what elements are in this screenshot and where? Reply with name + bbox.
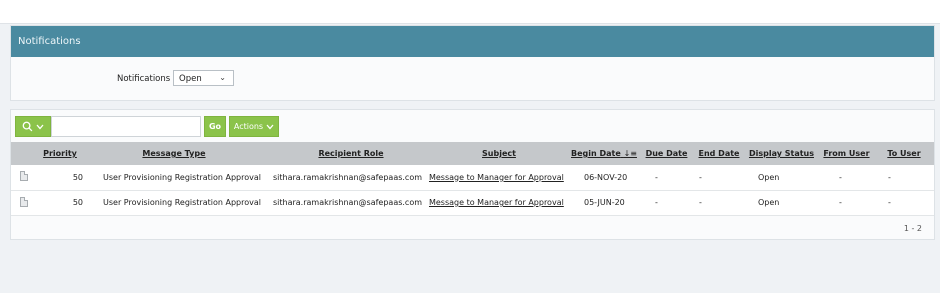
due-date-cell: - bbox=[638, 190, 694, 216]
header-due-date[interactable]: Due Date bbox=[638, 142, 694, 165]
header-message-type[interactable]: Message Type bbox=[87, 142, 261, 165]
header-recipient-role[interactable]: Recipient Role bbox=[260, 142, 429, 165]
search-icon bbox=[22, 121, 33, 132]
display-status-cell: Open bbox=[743, 165, 819, 191]
header-begin-date-label: Begin Date bbox=[571, 149, 621, 158]
display-status-cell: Open bbox=[743, 190, 819, 216]
recipient-role-cell: sithara.ramakrishnan@safepaas.com bbox=[260, 165, 429, 191]
notifications-table: Priority Message Type Recipient Role Sub… bbox=[11, 142, 934, 216]
chevron-down-icon: ⌄ bbox=[219, 73, 226, 82]
select-value: Open bbox=[179, 74, 202, 84]
due-date-cell: - bbox=[638, 165, 694, 191]
filter-label: Notifications bbox=[117, 74, 171, 84]
message-type-cell: User Provisioning Registration Approval bbox=[87, 165, 261, 191]
header-doc bbox=[11, 142, 37, 165]
message-type-cell: User Provisioning Registration Approval bbox=[87, 190, 261, 216]
document-icon[interactable] bbox=[20, 171, 28, 182]
begin-date-cell: 05-JUN-20 bbox=[568, 190, 639, 216]
row-doc-cell bbox=[11, 190, 37, 216]
report-region: Go Actions Priority Message Type Recipie… bbox=[10, 109, 935, 240]
header-subject[interactable]: Subject bbox=[428, 142, 569, 165]
actions-button[interactable]: Actions bbox=[229, 116, 279, 137]
from-user-cell: - bbox=[818, 165, 874, 191]
sort-desc-icon: ↓≡ bbox=[623, 149, 637, 158]
header-begin-date[interactable]: Begin Date ↓≡ bbox=[568, 142, 639, 165]
filter-row: Notifications Open ⌄ bbox=[11, 70, 934, 86]
actions-label: Actions bbox=[233, 122, 264, 131]
header-priority[interactable]: Priority bbox=[37, 142, 87, 165]
table-header-row: Priority Message Type Recipient Role Sub… bbox=[11, 142, 934, 165]
end-date-cell: - bbox=[693, 190, 744, 216]
end-date-cell: - bbox=[693, 165, 744, 191]
report-toolbar: Go Actions bbox=[15, 116, 415, 138]
priority-cell: 50 bbox=[37, 190, 87, 216]
subject-link[interactable]: Message to Manager for Approval bbox=[428, 190, 569, 216]
table-row: 50 User Provisioning Registration Approv… bbox=[11, 165, 934, 191]
header-end-date[interactable]: End Date bbox=[693, 142, 744, 165]
subject-link[interactable]: Message to Manager for Approval bbox=[428, 165, 569, 191]
from-user-cell: - bbox=[818, 190, 874, 216]
begin-date-cell: 06-NOV-20 bbox=[568, 165, 639, 191]
notifications-region: Notifications Notifications Open ⌄ bbox=[10, 25, 935, 101]
recipient-role-cell: sithara.ramakrishnan@safepaas.com bbox=[260, 190, 429, 216]
header-from-user[interactable]: From User bbox=[818, 142, 874, 165]
go-button[interactable]: Go bbox=[204, 116, 226, 137]
search-input[interactable] bbox=[51, 116, 201, 137]
top-bar bbox=[0, 0, 940, 24]
row-doc-cell bbox=[11, 165, 37, 191]
chevron-down-icon bbox=[36, 124, 44, 129]
to-user-cell: - bbox=[873, 190, 934, 216]
header-to-user[interactable]: To User bbox=[873, 142, 934, 165]
document-icon[interactable] bbox=[20, 196, 28, 207]
region-title: Notifications bbox=[11, 26, 934, 57]
notifications-select[interactable]: Open ⌄ bbox=[173, 70, 234, 86]
chevron-down-icon bbox=[266, 124, 274, 129]
to-user-cell: - bbox=[873, 165, 934, 191]
table-row: 50 User Provisioning Registration Approv… bbox=[11, 190, 934, 216]
pagination-info: 1 - 2 bbox=[903, 224, 922, 233]
header-display-status[interactable]: Display Status bbox=[743, 142, 819, 165]
priority-cell: 50 bbox=[37, 165, 87, 191]
search-column-button[interactable] bbox=[15, 116, 51, 137]
